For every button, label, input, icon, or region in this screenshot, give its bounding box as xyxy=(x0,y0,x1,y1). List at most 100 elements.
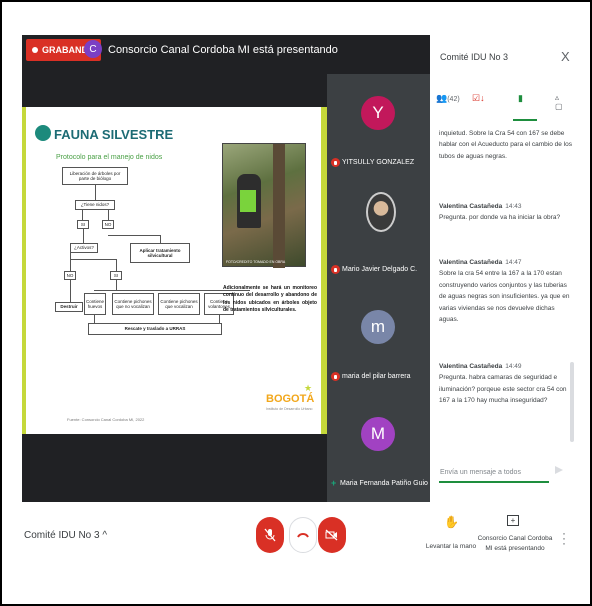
camera-toggle-button[interactable] xyxy=(318,517,346,553)
participant-avatar: M xyxy=(361,417,395,451)
slide-subtitle: Protocolo para el manejo de nidos xyxy=(56,154,163,161)
chat-icon: ▮ xyxy=(518,93,523,103)
flow-connector xyxy=(116,259,117,271)
muted-mic-icon xyxy=(331,265,340,274)
flow-box-si-2: SI xyxy=(110,271,122,280)
flow-box-no-2: NO xyxy=(64,271,76,280)
flow-box-si: SI xyxy=(77,220,89,229)
slide-photo: FOTO/CREDITO TOMADO EN OBRA xyxy=(222,143,306,268)
flow-box-activos: ¿Activos? xyxy=(70,243,98,253)
tab-chat[interactable]: ▮ xyxy=(518,93,523,104)
participant-tile[interactable]: m maria del pilar barrera xyxy=(327,288,430,395)
presenting-text: Consorcio Canal Cordoba MI está presenta… xyxy=(108,44,338,56)
participant-tiles: Y YITSULLY GONZALEZ Mario Javier Delgado… xyxy=(327,74,430,502)
send-icon[interactable] xyxy=(555,466,563,474)
participant-tile[interactable]: M + Maria Fernanda Patiño Guio xyxy=(327,395,430,502)
raise-hand-label[interactable]: Levantar la mano xyxy=(424,543,478,550)
participant-avatar: Y xyxy=(361,96,395,130)
message-text: Pregunta. por donde va ha iniciar la obr… xyxy=(439,214,561,222)
message-text: Sobre la cra 54 entre la 167 a la 170 es… xyxy=(439,270,570,323)
chat-message: inquietud. Sobre la Cra 54 con 167 se de… xyxy=(439,128,575,162)
photo-tree xyxy=(273,144,285,268)
shared-slide: FAUNA SILVESTRE Protocolo para el manejo… xyxy=(22,107,327,434)
presenter-avatar: C xyxy=(84,40,102,58)
present-icon[interactable]: + xyxy=(507,515,519,526)
leave-call-button[interactable] xyxy=(289,517,317,553)
participant-video xyxy=(366,192,396,232)
flow-box-liberacion: Liberación de árboles por parte de biólo… xyxy=(62,167,128,185)
flow-box-destruir: Destruir xyxy=(55,302,83,312)
more-options-icon[interactable]: · · · xyxy=(562,527,566,549)
logo-star-icon: ★ xyxy=(304,383,313,393)
slide-title: FAUNA SILVESTRE xyxy=(54,127,174,142)
message-author: Valentina Castañeda xyxy=(439,259,503,266)
flow-connector xyxy=(70,259,116,260)
close-icon[interactable]: X xyxy=(561,49,570,64)
flow-connector xyxy=(70,280,71,302)
mic-off-icon xyxy=(264,528,276,542)
flow-box-tiene-nidos: ¿Tiene nidos? xyxy=(75,200,115,210)
presenting-label[interactable]: Consorcio Canal Cordoba MI está presenta… xyxy=(474,534,556,554)
muted-mic-icon xyxy=(331,158,340,167)
panel-title: Comité IDU No 3 xyxy=(440,52,509,62)
chat-input[interactable]: Envía un mensaje a todos xyxy=(439,459,549,483)
chat-scrollbar[interactable] xyxy=(570,362,574,442)
camera-off-icon xyxy=(325,529,338,541)
flow-connector xyxy=(95,185,96,200)
message-time: 14:47 xyxy=(505,259,522,266)
people-icon: 👥 xyxy=(436,93,448,103)
slide-footer: Fuente: Consorcio Canal Cordoba MI, 2022 xyxy=(67,417,145,422)
logo-subtitle: Instituto de Desarrollo Urbano xyxy=(266,407,313,411)
message-time: 14:43 xyxy=(505,203,522,210)
flow-box-rescate: Rescate y traslado a URRAS xyxy=(88,323,222,335)
raise-hand-icon[interactable]: ✋ xyxy=(444,515,459,529)
participant-name: Maria Fernanda Patiño Guio xyxy=(340,480,428,487)
participant-tile[interactable]: Mario Javier Delgado C. xyxy=(327,181,430,288)
chat-message: Valentina Castañeda 14:47 Sobre la cra 54… xyxy=(439,257,575,325)
photo-vest xyxy=(240,190,256,212)
activities-icon: ☑↓ xyxy=(472,93,485,103)
flow-connector xyxy=(94,315,95,323)
message-author: Valentina Castañeda xyxy=(439,203,503,210)
flow-connector xyxy=(82,210,83,220)
chat-panel: Comité IDU No 3 X 👥(42) ☑↓ ▮ ▵ ▢ inquietu… xyxy=(430,35,584,502)
slide-accent-bar-left xyxy=(22,107,26,434)
photo-caption: FOTO/CREDITO TOMADO EN OBRA xyxy=(226,260,286,264)
chat-message: Valentina Castañeda 14:49 Pregunta. habra… xyxy=(439,361,575,407)
mic-toggle-button[interactable] xyxy=(256,517,284,553)
flow-box-pichones-vocalizan: Contiene pichones que vocalizan xyxy=(158,293,200,315)
hang-up-icon xyxy=(297,533,309,538)
meeting-title[interactable]: Comité IDU No 3 ^ xyxy=(24,530,107,541)
participant-name: Mario Javier Delgado C. xyxy=(342,266,418,273)
flow-connector xyxy=(108,235,160,236)
flow-box-no: NO xyxy=(102,220,114,229)
shapes-icon: ▵ ▢ xyxy=(555,93,563,111)
tab-shapes[interactable]: ▵ ▢ xyxy=(555,93,563,111)
people-count: (42) xyxy=(447,96,460,103)
tab-activities[interactable]: ☑↓ xyxy=(472,93,485,104)
participant-avatar: m xyxy=(361,310,395,344)
muted-mic-icon xyxy=(331,372,340,381)
tab-people[interactable]: 👥(42) xyxy=(436,93,460,104)
message-text: inquietud. Sobre la Cra 54 con 167 se de… xyxy=(439,130,572,160)
participant-tile[interactable]: Y YITSULLY GONZALEZ xyxy=(327,74,430,181)
flow-connector xyxy=(83,229,84,243)
message-time: 14:49 xyxy=(505,363,522,370)
flow-connector xyxy=(160,235,161,243)
flow-connector xyxy=(219,315,220,323)
speaking-icon: + xyxy=(331,478,337,488)
flow-box-pichones-no-vocalizan: Contiene pichones que no vocalizan xyxy=(112,293,154,315)
flow-box-aplicar-tratamiento: Aplicar tratamiento silvicultural xyxy=(130,243,190,263)
participant-name: maria del pilar barrera xyxy=(342,373,411,380)
participant-name: YITSULLY GONZALEZ xyxy=(342,159,415,166)
bogota-logo: BOGOTÁ xyxy=(266,393,315,405)
flow-connector xyxy=(108,210,109,220)
slide-description: Adicionalmente se hará un monitoreo cont… xyxy=(223,285,317,313)
flow-box-huevos: Contiene huevos xyxy=(84,293,106,315)
message-text: Pregunta. habra camaras de seguridad e i… xyxy=(439,374,567,405)
message-author: Valentina Castañeda xyxy=(439,363,503,370)
meeting-stage: GRABANDO C Consorcio Canal Cordoba MI es… xyxy=(22,35,430,502)
flow-connector xyxy=(116,280,117,290)
slide-title-bullet-icon xyxy=(35,125,51,141)
recording-dot-icon xyxy=(32,47,38,53)
